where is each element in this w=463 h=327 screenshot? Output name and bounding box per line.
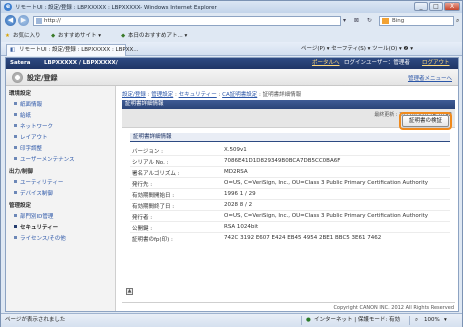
breadcrumb-current: 証明書詳細情報 bbox=[262, 92, 302, 98]
sidebar-item-layout[interactable]: レイアウト bbox=[14, 133, 48, 141]
tab-label: リモートUI : 設定/登録 : LBPXXXXX : LBPXX... bbox=[19, 47, 139, 53]
minimize-button[interactable]: _ bbox=[414, 2, 428, 11]
search-placeholder: Bing bbox=[392, 18, 405, 24]
sidebar-item-paper-info[interactable]: 紙面情報 bbox=[14, 100, 42, 108]
divider bbox=[122, 302, 455, 303]
field-label: 発行先 : bbox=[132, 182, 153, 188]
section-title: 証明書詳細情報 bbox=[130, 133, 450, 142]
copyright: Copyright CANON INC. 2012 All Rights Res… bbox=[333, 305, 454, 311]
close-button[interactable]: X bbox=[444, 2, 460, 11]
web-slice-link[interactable]: 本日のおすすめアト... ▾ bbox=[128, 30, 187, 42]
field-label: シリアル No. : bbox=[132, 160, 169, 166]
maximize-button[interactable]: □ bbox=[429, 2, 443, 11]
favorites-button[interactable]: お気に入り bbox=[13, 30, 41, 42]
breadcrumb-item[interactable]: CA証明書設定 bbox=[222, 92, 257, 98]
field-value: MD2RSA bbox=[224, 169, 248, 175]
field-value: 7086E41D1D829349B0BCA7DB5CC0BA6F bbox=[224, 158, 341, 164]
page-title: 証明書詳細情報 bbox=[122, 100, 455, 109]
tab-page-icon: ◧ bbox=[10, 47, 16, 53]
field-value: 1996 1 / 29 bbox=[224, 191, 256, 197]
field-value: O=US, C=VeriSign, Inc., OU=Class 3 Publi… bbox=[224, 213, 429, 219]
sidebar-item-device-control[interactable]: デバイス制御 bbox=[14, 189, 53, 197]
page-heading: 設定/登録 bbox=[27, 74, 58, 82]
field-value: X.509v1 bbox=[224, 147, 247, 153]
portal-link[interactable]: ポータルへ bbox=[312, 58, 340, 69]
brand-label: Satera bbox=[10, 60, 31, 66]
gear-icon bbox=[12, 72, 23, 83]
search-icon[interactable]: ⌕ bbox=[456, 17, 459, 25]
title-bar: e リモートUI : 設定/登録 : LBPXXXXX : LBPXXXXX- … bbox=[1, 1, 462, 13]
sidebar-item-department-id[interactable]: 部門別ID管理 bbox=[14, 212, 53, 220]
suggested-sites-link[interactable]: おすすめサイト ▾ bbox=[58, 30, 101, 42]
field-value: 2028 8 / 2 bbox=[224, 202, 253, 208]
sidebar-heading: 管理設定 bbox=[9, 203, 32, 209]
breadcrumb-item[interactable]: セキュリティー bbox=[179, 92, 217, 98]
address-input[interactable]: http:// bbox=[33, 16, 341, 26]
forward-icon[interactable]: ▶ bbox=[18, 15, 29, 26]
ie-logo-icon: e bbox=[4, 3, 12, 11]
main-panel: 設定/登録 : 管理設定 : セキュリティー : CA証明書設定 : 証明書詳細… bbox=[120, 86, 458, 311]
sidebar-heading: 出力/制御 bbox=[9, 169, 34, 175]
favorites-bar: ★ お気に入り ◆ おすすめサイト ▾ ◆ 本日のおすすめアト... ▾ bbox=[1, 30, 462, 42]
field-label: 有効期間終了日 : bbox=[132, 204, 175, 210]
command-bar[interactable]: ページ(P) ▾ セーフティ(S) ▾ ツール(O) ▾ ❷ ▾ bbox=[301, 42, 413, 56]
tab-row: ◧ リモートUI : 設定/登録 : LBPXXXXX : LBPXX... ペ… bbox=[1, 42, 462, 56]
field-value: RSA 1024bit bbox=[224, 224, 259, 230]
address-url: http:// bbox=[44, 18, 61, 24]
sidebar-item-network[interactable]: ネットワーク bbox=[14, 122, 53, 130]
breadcrumb-item[interactable]: 管理設定 bbox=[151, 92, 173, 98]
address-row: ◀ ▶ http:// ▾ ⊠ ↻ ✕ Bing ⌕ bbox=[1, 13, 462, 30]
login-user-label: ログインユーザー：管理者 bbox=[344, 60, 410, 66]
zoom-icon: ⌕ bbox=[415, 317, 419, 323]
suggested-sites-icon: ◆ bbox=[51, 33, 56, 39]
field-label: 発行者 : bbox=[132, 215, 153, 221]
chevron-down-icon[interactable]: ▾ bbox=[444, 314, 447, 327]
sidebar-item-user-maintenance[interactable]: ユーザーメンテナンス bbox=[14, 155, 75, 163]
field-label: 有効期間開始日 : bbox=[132, 193, 175, 199]
back-to-top-icon[interactable]: ▲ bbox=[126, 288, 133, 295]
window-title: リモートUI : 設定/登録 : LBPXXXXX : LBPXXXXX- Wi… bbox=[15, 5, 217, 11]
field-label: 署名アルゴリズム : bbox=[132, 171, 180, 177]
sidebar: 環境設定 紙面情報 給紙 ネットワーク レイアウト 印字調整 ユーザーメンテナン… bbox=[6, 86, 116, 311]
search-input[interactable]: Bing bbox=[379, 16, 454, 26]
sidebar-heading: 環境設定 bbox=[9, 91, 32, 97]
tab-remote-ui[interactable]: ◧ リモートUI : 設定/登録 : LBPXXXXX : LBPXX... bbox=[6, 44, 138, 56]
field-label: 公開鍵 : bbox=[132, 226, 153, 232]
admin-menu-link[interactable]: 管理者メニューへ bbox=[408, 74, 452, 82]
favorites-star-icon: ★ bbox=[5, 33, 10, 39]
breadcrumb: 設定/登録 : 管理設定 : セキュリティー : CA証明書設定 : 証明書詳細… bbox=[122, 92, 302, 98]
app-top-bar: Satera LBPXXXXX / LBPXXXXX/ ポータルへ ログインユー… bbox=[6, 58, 458, 69]
back-icon[interactable]: ◀ bbox=[5, 15, 16, 26]
field-value: 742C 3192 E607 E424 EB45 4954 2BE1 BBC5 … bbox=[224, 235, 382, 241]
bing-icon bbox=[382, 18, 389, 24]
sidebar-item-security[interactable]: セキュリティー bbox=[14, 223, 58, 231]
field-value: O=US, C=VeriSign, Inc., OU=Class 3 Publi… bbox=[224, 180, 429, 186]
sidebar-item-utility[interactable]: ユーティリティー bbox=[14, 178, 63, 186]
sidebar-item-print-adjust[interactable]: 印字調整 bbox=[14, 144, 42, 152]
internet-zone-icon: ● bbox=[306, 317, 311, 323]
sidebar-item-paper-feed[interactable]: 給紙 bbox=[14, 111, 31, 119]
field-label: 証明書のfp(印) : bbox=[132, 237, 173, 243]
breadcrumb-item[interactable]: 設定/登録 bbox=[122, 92, 146, 98]
page-header: 設定/登録 管理者メニューへ bbox=[6, 69, 458, 86]
page-icon bbox=[36, 18, 42, 24]
browser-window: e リモートUI : 設定/登録 : LBPXXXXX : LBPXXXXX- … bbox=[0, 0, 463, 327]
logout-link[interactable]: ログアウト bbox=[422, 58, 450, 69]
zone-text[interactable]: インターネット | 保護モード: 有効 bbox=[314, 314, 400, 327]
web-slice-icon: ◆ bbox=[121, 33, 126, 39]
status-bar: ページが表示されました ● インターネット | 保護モード: 有効 ⌕ 100%… bbox=[1, 313, 462, 327]
model-label: LBPXXXXX / LBPXXXXX/ bbox=[44, 60, 118, 66]
page-content: Satera LBPXXXXX / LBPXXXXX/ ポータルへ ログインユー… bbox=[5, 57, 459, 312]
status-text: ページが表示されました bbox=[5, 317, 66, 323]
sidebar-item-license-other[interactable]: ライセンス/その他 bbox=[14, 234, 66, 242]
field-label: バージョン : bbox=[132, 149, 163, 155]
zoom-level[interactable]: 100% bbox=[424, 314, 440, 327]
verify-certificate-button[interactable]: 証明書の検証 bbox=[402, 115, 449, 127]
